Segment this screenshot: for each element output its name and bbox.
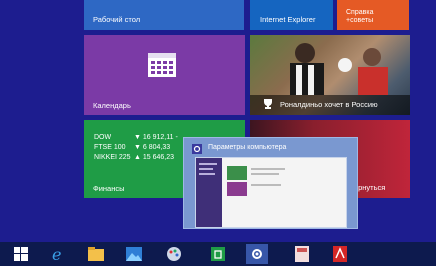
- help-line-1: Справка: [346, 9, 374, 16]
- tile-sport[interactable]: Роналдиньо хочет в Россию: [250, 35, 410, 115]
- finance-index-name: FTSE 100: [94, 144, 126, 151]
- tile-finance-label: Финансы: [93, 184, 125, 193]
- taskbar-preview-popup[interactable]: Параметры компьютера: [183, 137, 358, 229]
- taskbar: e: [0, 242, 436, 266]
- finance-row: FTSE 100 ▼ 6 804,33: [94, 144, 170, 151]
- tile-calendar-label: Календарь: [93, 101, 131, 110]
- tile-sport-label: Роналдиньо хочет в Россию: [280, 100, 378, 109]
- settings-icon: [192, 144, 202, 154]
- thumbnail-content: [196, 158, 285, 227]
- finance-index-name: NIKKEI 225: [94, 154, 131, 161]
- internet-explorer-icon[interactable]: e: [47, 244, 69, 264]
- settings-icon[interactable]: [246, 244, 268, 264]
- calendar-icon: [148, 53, 176, 77]
- sport-photo: [290, 43, 388, 95]
- store-icon[interactable]: [207, 244, 229, 264]
- file-explorer-icon[interactable]: [85, 244, 107, 264]
- acrobat-reader-icon[interactable]: [329, 244, 351, 264]
- svg-text:e: e: [52, 246, 61, 262]
- tile-calendar[interactable]: Календарь: [84, 35, 245, 115]
- tile-internet-explorer[interactable]: Internet Explorer: [250, 0, 333, 30]
- finance-index-value: ▼ 16 912,11 -: [134, 134, 178, 141]
- window-thumbnail[interactable]: [195, 157, 347, 228]
- finance-index-value: ▼ 6 804,33: [134, 144, 171, 151]
- finance-row: NIKKEI 225 ▲ 15 646,23: [94, 154, 174, 161]
- popup-title: Параметры компьютера: [208, 144, 287, 151]
- tile-desktop[interactable]: Рабочий стол: [84, 0, 244, 30]
- tile-help-label: Справка +советы: [346, 9, 373, 25]
- finance-row: DOW ▼ 16 912,11 -: [94, 134, 178, 141]
- paint-icon[interactable]: [163, 244, 185, 264]
- windows-start-icon[interactable]: [10, 244, 32, 264]
- finance-index-name: DOW: [94, 134, 112, 141]
- finance-index-value: ▲ 15 646,23: [134, 154, 175, 161]
- trophy-icon: [264, 99, 272, 109]
- tile-help-tips[interactable]: Справка +советы: [337, 0, 409, 30]
- tile-desktop-label: Рабочий стол: [93, 15, 141, 24]
- photos-icon[interactable]: [123, 244, 145, 264]
- generic-app-icon[interactable]: [291, 244, 313, 264]
- tile-ie-label: Internet Explorer: [260, 15, 316, 24]
- help-line-2: +советы: [346, 17, 374, 24]
